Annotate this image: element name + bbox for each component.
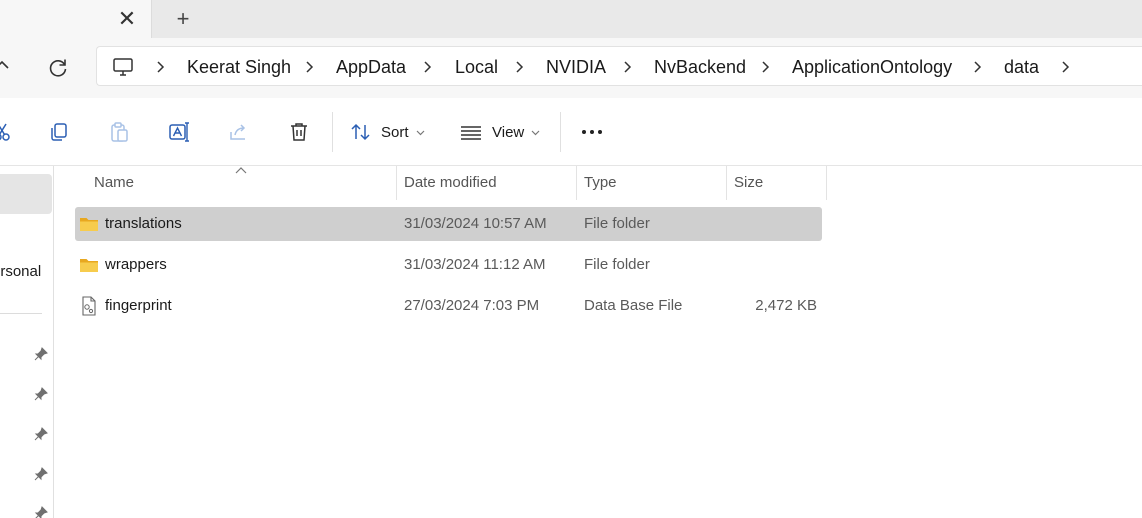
column-header-name[interactable]: Name	[86, 166, 134, 200]
file-name: wrappers	[105, 256, 167, 273]
column-separator[interactable]	[826, 166, 827, 200]
file-type: File folder	[584, 215, 650, 232]
sort-button[interactable]: Sort	[350, 116, 425, 148]
pin-icon[interactable]	[34, 427, 48, 441]
file-date: 31/03/2024 11:12 AM	[404, 256, 546, 273]
pin-icon[interactable]	[34, 347, 48, 361]
breadcrumb-item-applicationontology[interactable]: ApplicationOntology	[792, 47, 952, 87]
breadcrumb-item-nvbackend[interactable]: NvBackend	[654, 47, 746, 87]
file-list: Name Date modified Type Size translation…	[54, 166, 1142, 518]
database-file-icon	[82, 296, 96, 316]
breadcrumb-item-keerat-singh[interactable]: Keerat Singh	[187, 47, 291, 87]
more-options-button[interactable]	[578, 118, 606, 146]
computer-icon[interactable]	[111, 55, 135, 79]
up-arrow-icon[interactable]	[0, 54, 10, 78]
file-name: fingerprint	[105, 297, 172, 314]
breadcrumb-chevron-icon[interactable]	[972, 59, 984, 75]
nav-item-personal[interactable]: ersonal	[0, 263, 41, 280]
close-tab-icon[interactable]: ✕	[116, 6, 138, 31]
paste-icon[interactable]	[107, 120, 131, 144]
cut-icon[interactable]	[0, 120, 14, 144]
toolbar-divider	[332, 112, 333, 152]
file-row-fingerprint[interactable]: fingerprint 27/03/2024 7:03 PM Data Base…	[75, 289, 822, 323]
file-row-wrappers[interactable]: wrappers 31/03/2024 11:12 AM File folder	[75, 248, 822, 282]
file-row-translations[interactable]: translations 31/03/2024 10:57 AM File fo…	[75, 207, 822, 241]
chevron-down-icon	[531, 130, 540, 135]
column-header-type[interactable]: Type	[576, 166, 617, 200]
breadcrumb-item-data[interactable]: data	[1004, 47, 1039, 87]
share-icon[interactable]	[227, 120, 251, 144]
delete-icon[interactable]	[287, 120, 311, 144]
sort-ascending-icon	[235, 167, 247, 174]
tab-strip: ✕ +	[0, 0, 1142, 38]
file-date: 31/03/2024 10:57 AM	[404, 215, 547, 232]
navigation-pane: ersonal	[0, 166, 54, 518]
tab-current[interactable]: ✕	[0, 0, 152, 38]
pin-icon[interactable]	[34, 387, 48, 401]
copy-icon[interactable]	[47, 120, 71, 144]
file-size: 2,472 KB	[755, 297, 817, 314]
breadcrumb-chevron-icon[interactable]	[1060, 59, 1072, 75]
view-button[interactable]: View	[460, 116, 540, 148]
toolbar-divider	[560, 112, 561, 152]
nav-item-selected[interactable]	[0, 174, 52, 214]
new-tab-button[interactable]: +	[170, 6, 196, 32]
chevron-down-icon	[416, 130, 424, 135]
breadcrumb-item-nvidia[interactable]: NVIDIA	[546, 47, 606, 87]
nav-divider	[0, 313, 42, 314]
breadcrumb-chevron-icon[interactable]	[422, 59, 434, 75]
breadcrumb-chevron-icon[interactable]	[304, 59, 316, 75]
breadcrumb-chevron-icon[interactable]	[622, 59, 634, 75]
breadcrumb-chevron-icon[interactable]	[760, 59, 772, 75]
rename-icon[interactable]	[167, 120, 191, 144]
column-header-size[interactable]: Size	[726, 166, 763, 200]
address-bar[interactable]: Keerat Singh AppData Local NVIDIA NvBack…	[96, 46, 1142, 86]
command-bar: Sort View	[0, 98, 1142, 166]
view-icon	[461, 126, 481, 140]
pin-icon[interactable]	[34, 467, 48, 481]
breadcrumb-chevron-icon[interactable]	[155, 59, 167, 75]
view-label: View	[492, 123, 525, 141]
folder-icon	[80, 218, 98, 231]
breadcrumb-item-local[interactable]: Local	[455, 47, 498, 87]
file-type: Data Base File	[584, 297, 683, 314]
file-type: File folder	[584, 256, 650, 273]
column-header-date-modified[interactable]: Date modified	[396, 166, 497, 200]
file-date: 27/03/2024 7:03 PM	[404, 297, 540, 314]
sort-icon	[351, 123, 370, 141]
pin-icon[interactable]	[34, 506, 48, 518]
file-name: translations	[105, 215, 182, 232]
refresh-icon[interactable]	[46, 56, 70, 80]
breadcrumb-chevron-icon[interactable]	[514, 59, 526, 75]
breadcrumb-item-appdata[interactable]: AppData	[336, 47, 406, 87]
folder-icon	[80, 259, 98, 272]
more-options-icon	[582, 130, 602, 134]
address-row: Keerat Singh AppData Local NVIDIA NvBack…	[0, 38, 1142, 98]
sort-label: Sort	[381, 123, 409, 141]
